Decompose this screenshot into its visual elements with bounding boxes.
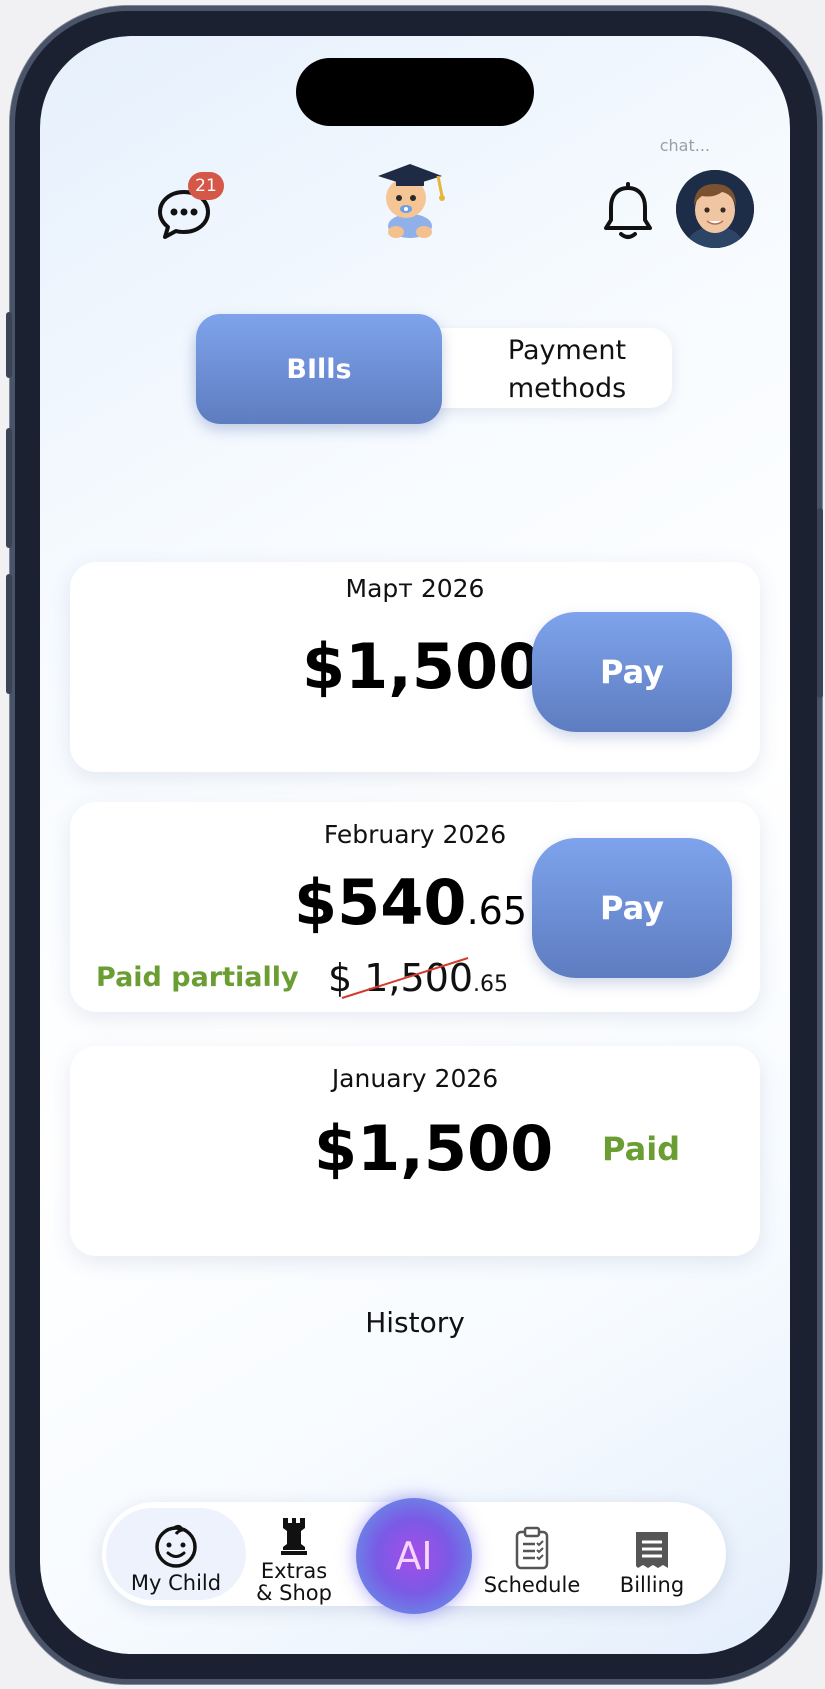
bill-amount-main: $540: [294, 866, 467, 939]
tab-schedule[interactable]: Schedule: [472, 1502, 592, 1606]
bill-amount: $1,500: [302, 630, 542, 703]
tab-payment-methods[interactable]: Payment methods: [472, 332, 662, 408]
bill-card-january: January 2026 $1,500 Paid: [70, 1046, 760, 1256]
chess-rook-icon: [281, 1518, 307, 1555]
original-amount-cents: .65: [473, 972, 509, 997]
bill-card-february: February 2026 $540.65 Paid partially $ 1…: [70, 802, 760, 1012]
status-paid: Paid: [602, 1130, 681, 1168]
chat-badge: 21: [188, 172, 224, 200]
bill-month: January 2026: [331, 1064, 499, 1093]
chat-hint: chat...: [659, 136, 710, 155]
volume-down-button: [6, 574, 12, 694]
status-paid-partially: Paid partially: [96, 962, 299, 993]
volume-up-button: [6, 428, 12, 548]
strikethrough-line: [341, 957, 469, 999]
notifications-bell-icon[interactable]: [602, 182, 654, 242]
tab-label: My Child: [130, 1571, 222, 1595]
tab-my-child[interactable]: My Child: [106, 1508, 246, 1600]
tab-billing[interactable]: Billing: [598, 1502, 706, 1606]
action-button: [6, 312, 12, 378]
bill-month: Март 2026: [345, 574, 485, 603]
baby-face-icon: [155, 1524, 197, 1568]
power-button: [817, 508, 823, 698]
tab-label: Schedule: [483, 1573, 581, 1597]
tab-label: Billing: [619, 1573, 685, 1597]
receipt-icon: [636, 1532, 668, 1568]
ai-assistant-button[interactable]: AI: [356, 1498, 472, 1614]
bill-amount: $1,500: [314, 1112, 554, 1185]
tab-label-line2: & Shop: [256, 1581, 332, 1605]
history-link[interactable]: History: [40, 1306, 790, 1339]
tab-label-line1: Extras: [260, 1559, 328, 1583]
bill-amount: $540.65: [294, 866, 527, 939]
dynamic-island: [296, 58, 534, 126]
app-screen: chat... 21 BIlls Payment methods Март 20…: [40, 36, 790, 1654]
bill-amount-cents: .65: [466, 889, 527, 933]
tab-bills[interactable]: BIlls: [196, 314, 442, 424]
tab-extras-shop[interactable]: Extras & Shop: [242, 1502, 346, 1606]
mascot-logo: [370, 154, 450, 244]
bill-card-march: Март 2026 $1,500 Pay: [70, 562, 760, 772]
clipboard-checklist-icon: [515, 1526, 549, 1570]
pay-button[interactable]: Pay: [532, 838, 732, 978]
avatar[interactable]: [676, 170, 754, 248]
pay-button[interactable]: Pay: [532, 612, 732, 732]
